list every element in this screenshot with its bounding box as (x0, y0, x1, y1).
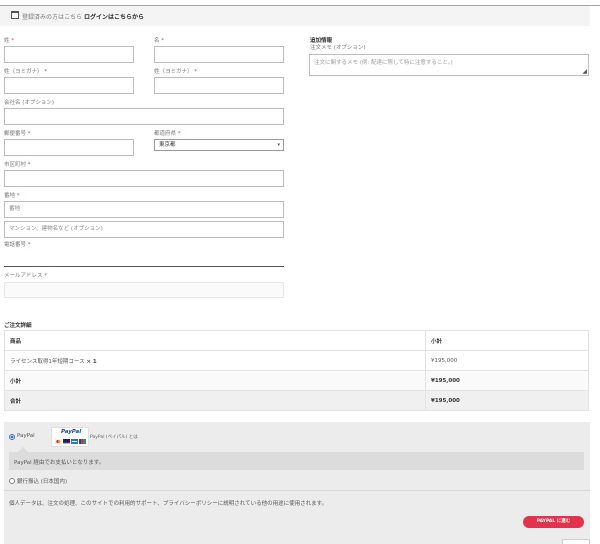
prefecture-value: 東京都 (159, 142, 176, 148)
order-details-heading: ご注文詳細 (4, 323, 32, 329)
subtotal-value: ¥195,000 (425, 370, 589, 391)
phone-label: 電話番号 * (4, 242, 31, 248)
paypal-about-link[interactable]: PayPal (ペイパル) とは (90, 434, 138, 440)
payment-panel (4, 422, 590, 544)
total-value: ¥195,000 (425, 390, 589, 411)
paypal-checkout-button[interactable]: PAYPAL に進む (523, 516, 584, 528)
login-link[interactable]: ログインはこちらから (84, 14, 144, 21)
last-name-kana-input[interactable] (4, 77, 134, 94)
address2-input[interactable]: マンション、建物名など (オプション) (4, 221, 284, 238)
order-notes-label: 注文メモ (オプション) (310, 45, 366, 51)
address-label: 番地 * (4, 193, 20, 199)
city-input[interactable] (4, 170, 284, 187)
order-notes-textarea[interactable]: 注文に関するメモ (例: 配達に際して特に注意すること。) ◢ (309, 54, 589, 76)
chevron-down-icon: ▾ (277, 142, 280, 148)
last-name-kana-label: 姓（ヨミガナ） * (4, 69, 48, 75)
paypal-description: PayPal 経由でお支払いとなります。 (14, 460, 105, 466)
company-label: 会社名 (オプション) (4, 100, 55, 106)
col-product: 商品 (4, 330, 426, 351)
last-name-label: 姓 * (4, 38, 15, 44)
additional-info-heading: 追加情報 (310, 38, 333, 44)
floating-widget[interactable] (562, 539, 590, 544)
subtotal-row: 小計 ¥195,000 (4, 370, 589, 391)
subtotal-label: 小計 (4, 370, 426, 391)
table-header-row: 商品 小計 (4, 330, 589, 351)
privacy-notice: 個人データは、注文の処理、このサイトでの利用的サポート、プライバシーポリシーに説… (9, 501, 328, 507)
company-input[interactable] (4, 108, 284, 125)
email-label: メールアドレス * (4, 273, 48, 279)
jcb-icon (79, 439, 86, 444)
paypal-logo: PayPal (51, 427, 89, 447)
item-price: ¥195,000 (425, 350, 589, 371)
notice-window-icon (11, 11, 19, 19)
prefecture-select[interactable]: 東京都 ▾ (154, 139, 284, 151)
first-name-input[interactable] (154, 46, 284, 63)
order-table: 商品 小計 ライセンス取得1年短期コース × 1 ¥195,000 小計 ¥19… (4, 330, 589, 411)
payment-divider (4, 490, 590, 491)
first-name-label: 名 * (154, 38, 165, 44)
postcode-label: 郵便番号 * (4, 131, 31, 137)
paypal-label[interactable]: PayPal (17, 433, 35, 439)
prefecture-label: 都道府県 * (154, 131, 181, 137)
paypal-logo-text: PayPal (61, 429, 82, 435)
col-subtotal: 小計 (425, 330, 589, 351)
first-name-kana-input[interactable] (154, 77, 284, 94)
mastercard-icon (55, 439, 62, 444)
last-name-input[interactable] (4, 46, 134, 63)
table-row: ライセンス取得1年短期コース × 1 ¥195,000 (4, 350, 589, 371)
visa-icon (63, 439, 70, 444)
total-label: 合計 (4, 390, 426, 411)
bank-transfer-label[interactable]: 銀行振込 (日本国内) (17, 477, 67, 485)
bank-transfer-radio[interactable] (9, 478, 15, 484)
phone-input[interactable] (4, 250, 284, 267)
total-row: 合計 ¥195,000 (4, 390, 589, 411)
item-cell: ライセンス取得1年短期コース × 1 (4, 350, 426, 371)
city-label: 市区町村 * (4, 162, 31, 168)
item-qty: × 1 (86, 358, 97, 365)
login-prompt: 登録済みの方はこちら (22, 14, 83, 21)
email-input[interactable] (4, 282, 284, 298)
order-notes-placeholder: 注文に関するメモ (例: 配達に際して特に注意すること。) (314, 60, 453, 66)
first-name-kana-label: 姓（ヨミガナ） * (154, 69, 198, 75)
postcode-input[interactable] (4, 139, 134, 156)
login-notice: 登録済みの方はこちら ログインはこちらから (22, 12, 144, 21)
paypal-radio[interactable] (9, 434, 15, 440)
amex-icon (71, 439, 78, 444)
address-input[interactable]: 番地 (4, 201, 284, 218)
item-name: ライセンス取得1年短期コース (10, 358, 85, 365)
resize-handle-icon[interactable]: ◢ (582, 69, 587, 75)
